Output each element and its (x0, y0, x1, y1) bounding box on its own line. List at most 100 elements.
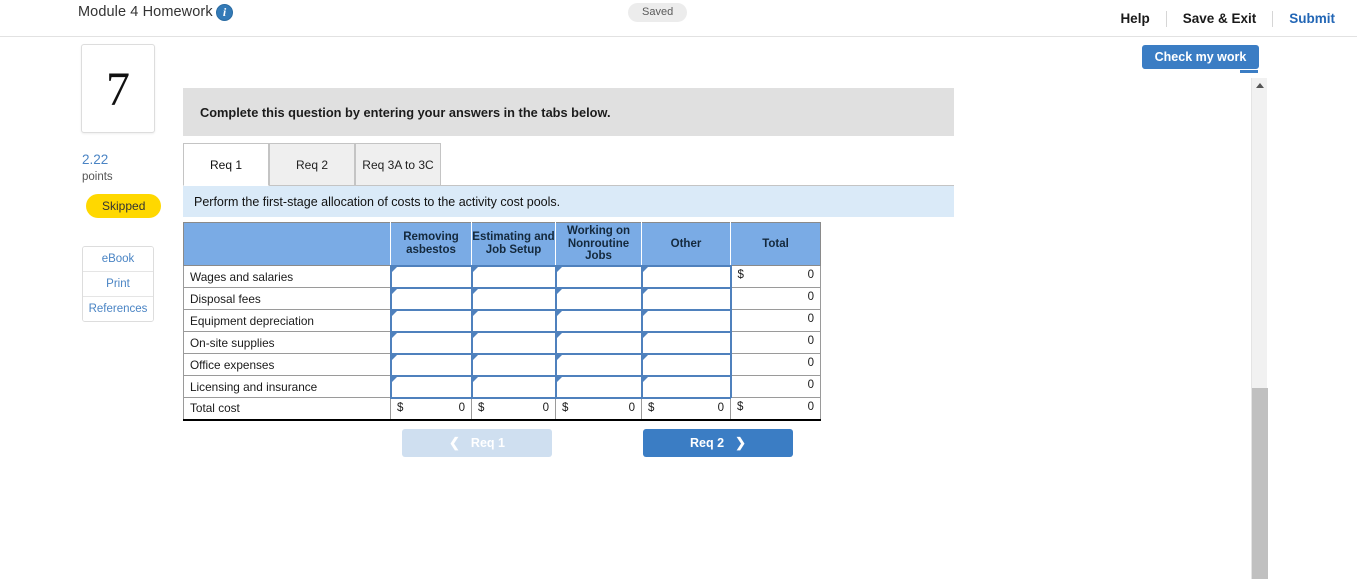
skipped-badge: Skipped (86, 194, 162, 218)
input-disposal-other[interactable] (640, 286, 732, 311)
currency-symbol: $ (737, 269, 744, 281)
currency-symbol: $ (562, 401, 569, 414)
row-label-total-cost: Total cost (183, 397, 391, 421)
points-value: 2.22 (82, 152, 109, 167)
input-equipment-nonroutine-jobs[interactable] (554, 308, 643, 333)
total-cost-removing-asbestos: $ 0 (390, 397, 472, 421)
input-licensing-removing-asbestos[interactable] (389, 374, 473, 399)
table-row: Equipment depreciation 0 (183, 308, 821, 333)
input-wages-other[interactable] (640, 264, 732, 289)
column-header-total: Total (730, 222, 821, 266)
input-office-estimating-job-setup[interactable] (470, 352, 557, 377)
currency-symbol: $ (648, 401, 655, 414)
table-row: On-site supplies 0 (183, 330, 821, 355)
total-cost-other: $ 0 (641, 397, 731, 421)
input-licensing-estimating-job-setup[interactable] (470, 374, 557, 399)
input-disposal-nonroutine-jobs[interactable] (554, 286, 643, 311)
table-row: Wages and salaries $ 0 (183, 264, 821, 289)
input-supplies-other[interactable] (640, 330, 732, 355)
input-wages-nonroutine-jobs[interactable] (554, 264, 643, 289)
input-supplies-nonroutine-jobs[interactable] (554, 330, 643, 355)
input-disposal-removing-asbestos[interactable] (389, 286, 473, 311)
info-icon[interactable]: i (216, 4, 233, 21)
check-my-work-button[interactable]: Check my work (1142, 45, 1259, 69)
amount-value: 0 (807, 335, 814, 347)
total-wages-and-salaries: $ 0 (730, 265, 821, 288)
status-badge: Saved (628, 3, 688, 22)
scroll-up-icon[interactable] (1256, 83, 1264, 88)
amount-value: 0 (458, 401, 465, 414)
scroll-accent-strip (1240, 70, 1258, 73)
total-on-site-supplies: 0 (730, 331, 821, 354)
currency-symbol: $ (478, 401, 485, 414)
next-requirement-button[interactable]: Req 2 ❯ (643, 429, 793, 457)
amount-value: 0 (807, 401, 814, 413)
input-equipment-other[interactable] (640, 308, 732, 333)
tab-req-3a-3c[interactable]: Req 3A to 3C (355, 143, 441, 186)
row-label-wages-and-salaries: Wages and salaries (183, 265, 391, 288)
help-button[interactable]: Help (1104, 10, 1167, 27)
total-licensing-and-insurance: 0 (730, 375, 821, 398)
input-disposal-estimating-job-setup[interactable] (470, 286, 557, 311)
print-button[interactable]: Print (83, 272, 153, 297)
total-disposal-fees: 0 (730, 287, 821, 310)
column-header-removing-asbestos: Removing asbestos (390, 222, 472, 266)
column-header-blank (183, 222, 391, 266)
row-label-disposal-fees: Disposal fees (183, 287, 391, 310)
input-wages-removing-asbestos[interactable] (389, 264, 473, 289)
tab-req-1[interactable]: Req 1 (183, 143, 269, 186)
instruction-banner: Complete this question by entering your … (183, 88, 954, 136)
table-row: Disposal fees 0 (183, 286, 821, 311)
row-label-office-expenses: Office expenses (183, 353, 391, 376)
input-wages-estimating-job-setup[interactable] (470, 264, 557, 289)
input-equipment-estimating-job-setup[interactable] (470, 308, 557, 333)
ebook-button[interactable]: eBook (83, 247, 153, 272)
currency-symbol: $ (737, 401, 744, 413)
column-header-other: Other (641, 222, 731, 266)
submit-button[interactable]: Submit (1273, 11, 1357, 27)
amount-value: 0 (542, 401, 549, 414)
tab-req-2[interactable]: Req 2 (269, 143, 355, 186)
total-office-expenses: 0 (730, 353, 821, 376)
total-equipment-depreciation: 0 (730, 309, 821, 332)
row-label-licensing-and-insurance: Licensing and insurance (183, 375, 391, 398)
input-supplies-estimating-job-setup[interactable] (470, 330, 557, 355)
table-header-row: Removing asbestos Estimating and Job Set… (183, 222, 821, 266)
page-scrollbar[interactable] (1251, 78, 1268, 579)
amount-value: 0 (628, 401, 635, 414)
input-licensing-other[interactable] (640, 374, 732, 399)
amount-value: 0 (807, 357, 814, 369)
references-button[interactable]: References (83, 297, 153, 321)
table-header: Removing asbestos Estimating and Job Set… (183, 222, 821, 266)
amount-value: 0 (807, 269, 814, 281)
points-label: points (82, 171, 113, 183)
amount-value: 0 (807, 313, 814, 325)
row-label-on-site-supplies: On-site supplies (183, 331, 391, 354)
resource-buttons: eBook Print References (82, 246, 154, 322)
prev-requirement-button[interactable]: ❮ Req 1 (402, 429, 552, 457)
input-equipment-removing-asbestos[interactable] (389, 308, 473, 333)
input-supplies-removing-asbestos[interactable] (389, 330, 473, 355)
amount-value: 0 (807, 379, 814, 391)
total-cost-estimating-job-setup: $ 0 (471, 397, 556, 421)
input-office-nonroutine-jobs[interactable] (554, 352, 643, 377)
next-requirement-label: Req 2 (690, 436, 725, 450)
input-office-removing-asbestos[interactable] (389, 352, 473, 377)
column-header-estimating-and-job-setup: Estimating and Job Setup (471, 222, 556, 266)
app-header: Module 4 Homework i Saved Help Save & Ex… (0, 0, 1357, 37)
cost-allocation-table: Removing asbestos Estimating and Job Set… (183, 222, 821, 421)
requirement-instruction: Perform the first-stage allocation of co… (183, 186, 954, 217)
input-licensing-nonroutine-jobs[interactable] (554, 374, 643, 399)
amount-value: 0 (807, 291, 814, 303)
save-and-exit-button[interactable]: Save & Exit (1167, 10, 1274, 27)
input-office-other[interactable] (640, 352, 732, 377)
row-label-equipment-depreciation: Equipment depreciation (183, 309, 391, 332)
table-body: Wages and salaries $ 0 Disposal fees 0 E… (183, 264, 821, 421)
total-cost-nonroutine-jobs: $ 0 (555, 397, 642, 421)
prev-requirement-label: Req 1 (470, 436, 505, 450)
header-actions: Help Save & Exit Submit (1104, 0, 1357, 37)
scrollbar-thumb[interactable] (1252, 388, 1268, 579)
total-cost-total: $ 0 (730, 397, 821, 421)
requirement-tabs: Req 1 Req 2 Req 3A to 3C (183, 142, 954, 186)
question-number: 7 (106, 63, 130, 116)
